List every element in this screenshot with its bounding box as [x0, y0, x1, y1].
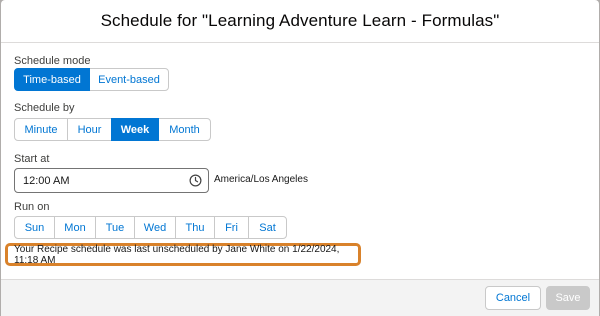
schedule-by-label: Schedule by: [14, 102, 75, 114]
mode-event-based-button[interactable]: Event-based: [89, 68, 169, 91]
schedule-by-week-button[interactable]: Week: [111, 118, 159, 141]
start-time-value: 12:00 AM: [23, 174, 70, 187]
day-sun-button[interactable]: Sun: [14, 216, 55, 239]
save-button[interactable]: Save: [546, 286, 590, 310]
day-tue-button[interactable]: Tue: [95, 216, 135, 239]
day-thu-button[interactable]: Thu: [175, 216, 215, 239]
cancel-button[interactable]: Cancel: [485, 286, 541, 310]
modal-header: Schedule for "Learning Adventure Learn -…: [1, 0, 599, 43]
modal-footer: Cancel Save: [1, 279, 599, 316]
day-wed-button[interactable]: Wed: [134, 216, 176, 239]
mode-time-based-button[interactable]: Time-based: [14, 68, 90, 91]
schedule-modal: Schedule for "Learning Adventure Learn -…: [1, 0, 599, 316]
schedule-mode-label: Schedule mode: [14, 55, 91, 67]
run-on-label: Run on: [14, 201, 50, 213]
modal-title: Schedule for "Learning Adventure Learn -…: [100, 11, 500, 30]
schedule-by-toggle: Minute Hour Week Month: [14, 118, 211, 141]
start-time-input[interactable]: 12:00 AM: [14, 168, 209, 193]
schedule-by-month-button[interactable]: Month: [158, 118, 211, 141]
run-on-days-toggle: Sun Mon Tue Wed Thu Fri Sat: [14, 216, 287, 239]
schedule-by-minute-button[interactable]: Minute: [14, 118, 68, 141]
last-unscheduled-notice: Your Recipe schedule was last unschedule…: [5, 243, 361, 266]
day-mon-button[interactable]: Mon: [54, 216, 96, 239]
modal-body: Schedule mode Time-based Event-based Sch…: [1, 44, 599, 279]
day-fri-button[interactable]: Fri: [214, 216, 249, 239]
day-sat-button[interactable]: Sat: [248, 216, 287, 239]
schedule-mode-toggle: Time-based Event-based: [14, 68, 169, 91]
clock-icon[interactable]: [189, 174, 202, 187]
schedule-by-hour-button[interactable]: Hour: [67, 118, 112, 141]
start-at-label: Start at: [14, 153, 50, 165]
timezone-text: America/Los Angeles: [214, 174, 308, 185]
